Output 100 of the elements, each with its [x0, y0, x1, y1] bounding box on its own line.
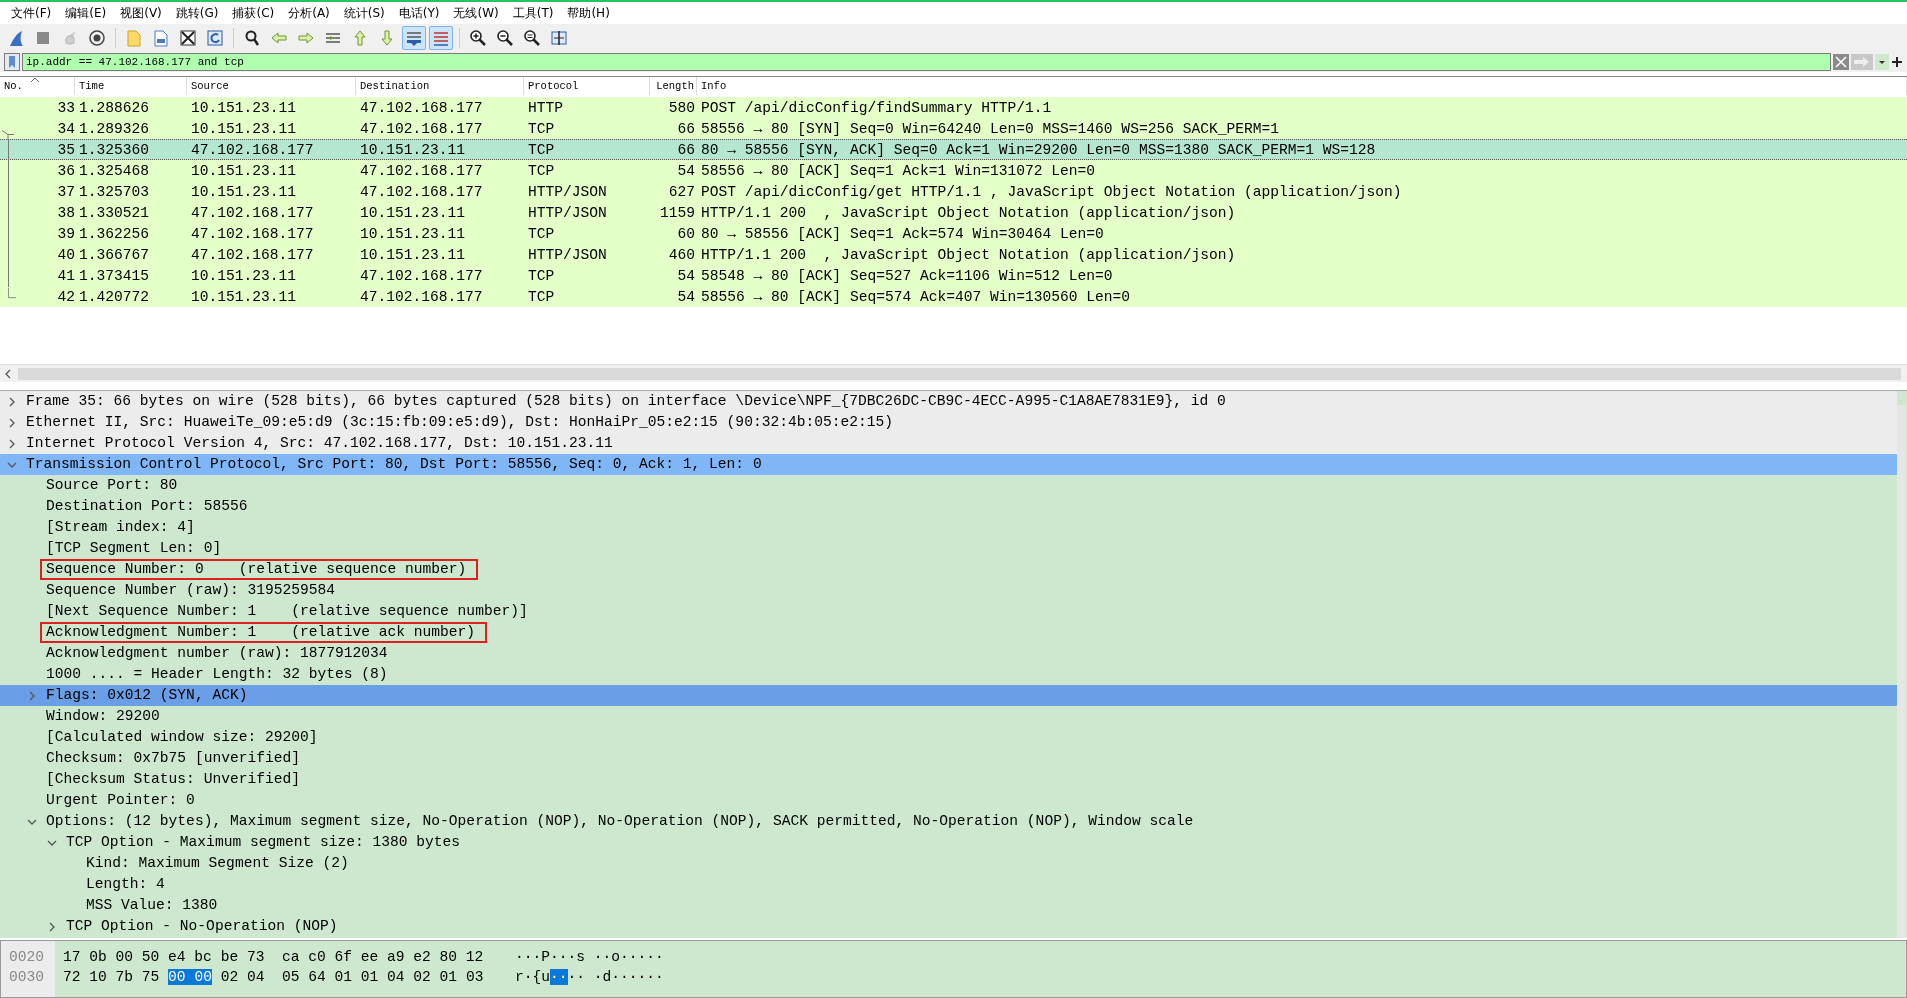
hex-bytes: 72 10 7b 75 — [63, 969, 160, 985]
tree-item-text: [TCP Segment Len: 0] — [46, 538, 222, 558]
gear-icon[interactable] — [88, 29, 106, 47]
ascii-bytes: ···P···s ··o····· — [515, 949, 664, 965]
tree-row[interactable]: Window: 29200 — [0, 706, 1897, 727]
menu-item[interactable]: 电话(Y) — [391, 2, 447, 24]
tree-item-text: Acknowledgment Number: 1 (relative ack number) — [46, 624, 476, 640]
table-cell-text: HTTP — [527, 99, 565, 117]
packet-row[interactable]: 41 1.373415 10.151.23.11 47.102.168.177 TCP 54 58548 → 80 [ACK] Seq=527 Ack=1106 Win=512 Len=0 — [0, 265, 1907, 286]
table-cell-text: 66 — [676, 141, 696, 159]
tree-row[interactable]: Options: (12 bytes), Maximum segment size, No-Operation (NOP), No-Operation (NOP), SACK permitted, No-Operation (NOP), Window scale — [0, 811, 1897, 832]
menu-item[interactable]: 帮助(H) — [560, 2, 617, 24]
tree-row[interactable]: 1000 .... = Header Length: 32 bytes (8) — [0, 664, 1897, 685]
tree-row[interactable]: Acknowledgment Number: 1 (relative ack number) — [0, 622, 1897, 643]
tree-row[interactable]: Ethernet II, Src: HuaweiTe_09:e5:d9 (3c:15:fb:09:e5:d9), Dst: HonHaiPr_05:e2:15 (90:32:4b:05:e2:15) — [0, 412, 1897, 433]
scroll-left-icon[interactable] — [4, 368, 12, 379]
table-cell-text: TCP — [527, 141, 556, 159]
packet-row[interactable]: 36 1.325468 10.151.23.11 47.102.168.177 TCP 54 58556 → 80 [ACK] Seq=1 Ack=1 Win=131072 Len=0 — [0, 160, 1907, 181]
hex-bytes: 00 00 — [168, 969, 212, 985]
packet-row[interactable]: 38 1.330521 47.102.168.177 10.151.23.11 HTTP/JSON 1159 HTTP/1.1 200 , JavaScript Object Notation (application/json) — [0, 202, 1907, 223]
add-button-icon[interactable] — [1891, 56, 1903, 68]
tree-row[interactable]: Urgent Pointer: 0 — [0, 790, 1897, 811]
tree-row[interactable]: TCP Option - Maximum segment size: 1380 bytes — [0, 832, 1897, 853]
tree-row[interactable]: Length: 4 — [0, 874, 1897, 895]
column-header[interactable]: Destination — [356, 77, 524, 95]
table-cell-text: 47.102.168.177 — [190, 204, 315, 222]
tree-row[interactable]: TCP Option - No-Operation (NOP) — [0, 916, 1897, 937]
table-cell-text: 10.151.23.11 — [359, 246, 467, 264]
table-cell-text: 627 — [667, 183, 696, 201]
packet-row[interactable]: 35 1.325360 47.102.168.177 10.151.23.11 TCP 66 80 → 58556 [SYN, ACK] Seq=0 Ack=1 Win=29200 Len=0 MSS=1380 SACK_PERM=1 WS=128 — [0, 139, 1907, 160]
clear-icon[interactable] — [1833, 54, 1849, 70]
table-cell-text: 1.420772 — [78, 288, 151, 306]
menu-item[interactable]: 分析(A) — [281, 2, 337, 24]
tree-row[interactable]: [Checksum Status: Unverified] — [0, 769, 1897, 790]
packet-row[interactable]: 37 1.325703 10.151.23.11 47.102.168.177 HTTP/JSON 627 POST /api/dicConfig/get HTTP/1.1 , JavaScript Object Notation (application/json) — [0, 181, 1907, 202]
menu-item[interactable]: 无线(W) — [446, 2, 506, 24]
tree-item-text: [Next Sequence Number: 1 (relative sequence number)] — [46, 601, 528, 621]
resize-columns-icon[interactable] — [550, 29, 568, 47]
tree-row[interactable]: Sequence Number (raw): 3195259584 — [0, 580, 1897, 601]
packet-row[interactable]: 42 1.420772 10.151.23.11 47.102.168.177 TCP 54 58556 → 80 [ACK] Seq=574 Ack=407 Win=130560 Len=0 — [0, 286, 1907, 307]
zoom-reset-icon[interactable] — [523, 29, 541, 47]
column-header[interactable]: Protocol — [524, 77, 650, 95]
menu-item[interactable]: 工具(T) — [505, 2, 561, 24]
table-cell-text: 10.151.23.11 — [359, 141, 467, 159]
colorize-toggle[interactable] — [429, 26, 453, 50]
packet-row[interactable]: 39 1.362256 47.102.168.177 10.151.23.11 TCP 60 80 → 58556 [ACK] Seq=1 Ack=574 Win=30464 Len=0 — [0, 223, 1907, 244]
tree-item-text: Internet Protocol Version 4, Src: 47.102.168.177, Dst: 10.151.23.11 — [26, 433, 613, 453]
tree-row[interactable]: Flags: 0x012 (SYN, ACK) — [0, 685, 1897, 706]
table-cell-text: 54 — [676, 267, 696, 285]
display-filter-field[interactable]: ip.addr == 47.102.168.177 and tcp — [22, 53, 1831, 71]
zoom-in-icon[interactable] — [469, 29, 487, 47]
table-cell-text: TCP — [527, 162, 556, 180]
tree-row[interactable]: MSS Value: 1380 — [0, 895, 1897, 916]
packet-row[interactable]: 40 1.366767 47.102.168.177 10.151.23.11 HTTP/JSON 460 HTTP/1.1 200 , JavaScript Object Notation (application/json) — [0, 244, 1907, 265]
packet-row[interactable]: 34 1.289326 10.151.23.11 47.102.168.177 TCP 66 58556 → 80 [SYN] Seq=0 Win=64240 Len=0 MSS=1460 WS=256 SACK_PERM=1 — [0, 118, 1907, 139]
tree-row[interactable]: [Next Sequence Number: 1 (relative sequence number)] — [0, 601, 1897, 622]
vertical-scrollbar[interactable] — [1897, 405, 1906, 938]
reload-icon[interactable] — [206, 29, 224, 47]
column-header[interactable]: No. — [0, 77, 75, 95]
menu-item[interactable]: 跳转(G) — [168, 2, 226, 24]
tree-row[interactable]: Acknowledgment number (raw): 1877912034 — [0, 643, 1897, 664]
shark-fin-icon[interactable] — [7, 29, 25, 47]
column-header[interactable]: Length — [650, 77, 697, 95]
tree-item-text: Transmission Control Protocol, Src Port: 80, Dst Port: 58556, Seq: 0, Ack: 1, Len: 0 — [26, 454, 762, 474]
menu-item[interactable]: 文件(F) — [4, 2, 59, 24]
packet-row[interactable]: 33 1.288626 10.151.23.11 47.102.168.177 HTTP 580 POST /api/dicConfig/findSummary HTTP/1.1 — [0, 97, 1907, 118]
autoscroll-toggle[interactable] — [402, 26, 426, 50]
tree-row[interactable]: [Calculated window size: 29200] — [0, 727, 1897, 748]
menu-item[interactable]: 编辑(E) — [58, 2, 114, 24]
tree-row[interactable]: Source Port: 80 — [0, 475, 1897, 496]
tree-row[interactable]: [TCP Segment Len: 0] — [0, 538, 1897, 559]
menu-item[interactable]: 捕获(C) — [225, 2, 282, 24]
tree-row[interactable]: Destination Port: 58556 — [0, 496, 1897, 517]
table-cell-text: 47.102.168.177 — [359, 267, 484, 285]
close-file-icon[interactable] — [179, 29, 197, 47]
bookmark-icon[interactable] — [4, 53, 20, 71]
tree-row[interactable]: Frame 35: 66 bytes on wire (528 bits), 66 bytes captured (528 bits) on interface \Device\NPF_{7DBC26DC-CB9C-4ECC-A995-C1A8AE7831E9}, id 0 — [0, 391, 1897, 412]
table-cell-text: 1.330521 — [78, 204, 151, 222]
column-header[interactable]: Time — [75, 77, 187, 95]
zoom-out-icon[interactable] — [496, 29, 514, 47]
tree-row[interactable]: [Stream index: 4] — [0, 517, 1897, 538]
tree-row[interactable]: Internet Protocol Version 4, Src: 47.102.168.177, Dst: 10.151.23.11 — [0, 433, 1897, 454]
column-header[interactable]: Source — [187, 77, 356, 95]
column-header[interactable]: Info — [697, 77, 1907, 95]
table-cell-text: 58556 → 80 [ACK] Seq=1 Ack=1 Win=131072 Len=0 — [700, 162, 1097, 180]
file-icon[interactable] — [152, 29, 170, 47]
tree-row[interactable]: Checksum: 0x7b75 [unverified] — [0, 748, 1897, 769]
colorize-symbol-icon — [432, 29, 450, 47]
tree-item-text: Window: 29200 — [46, 706, 160, 726]
stop-icon[interactable] — [34, 29, 52, 47]
table-cell-text: POST /api/dicConfig/get HTTP/1.1 , JavaScript Object Notation (application/json) — [700, 183, 1403, 201]
tree-item-text: 1000 .... = Header Length: 32 bytes (8) — [46, 664, 388, 684]
table-cell-text: 10.151.23.11 — [190, 99, 298, 117]
tree-row[interactable]: Kind: Maximum Segment Size (2) — [0, 853, 1897, 874]
search-icon[interactable] — [243, 29, 261, 47]
tree-row[interactable]: Sequence Number: 0 (relative sequence number) — [0, 559, 1897, 580]
menu-item[interactable]: 统计(S) — [336, 2, 392, 24]
menu-item[interactable]: 视图(V) — [113, 2, 169, 24]
tree-row[interactable]: Transmission Control Protocol, Src Port: 80, Dst Port: 58556, Seq: 0, Ack: 1, Len: 0 — [0, 454, 1897, 475]
dropdown-caret-icon[interactable] — [1875, 54, 1889, 70]
